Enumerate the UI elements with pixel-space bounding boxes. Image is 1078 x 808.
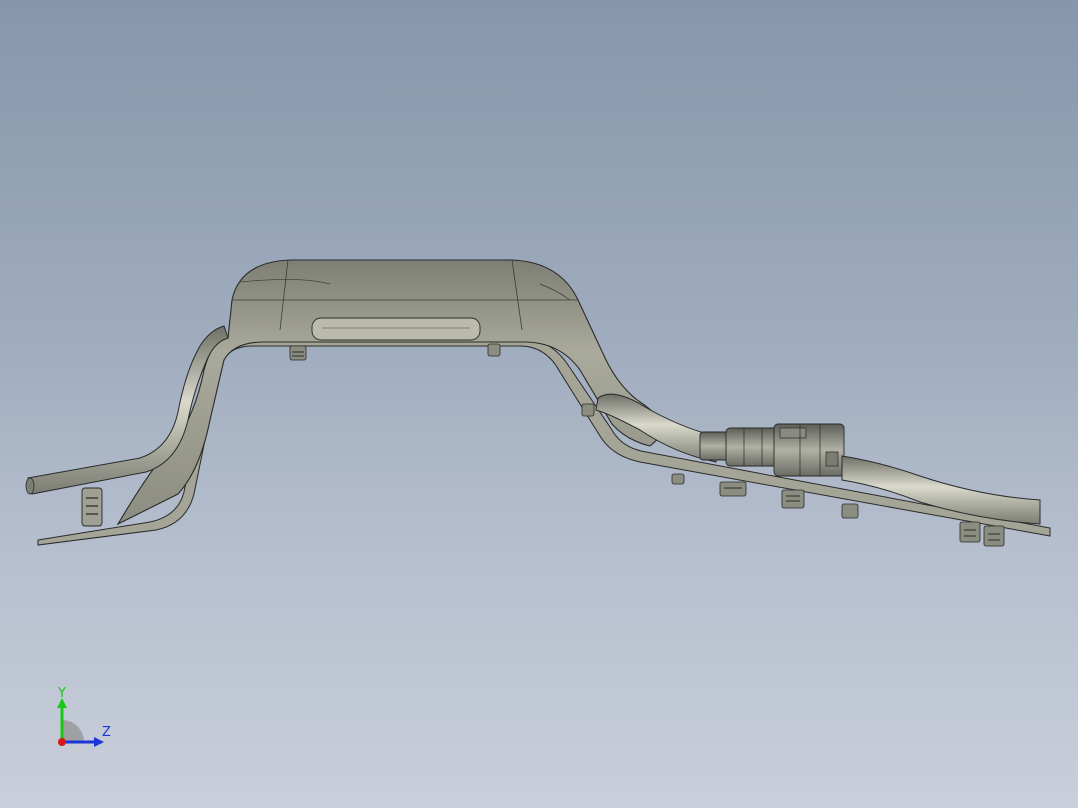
x-axis-dot-icon	[58, 738, 66, 746]
wire-harness-model[interactable]	[0, 0, 1078, 808]
triad-shading	[62, 720, 84, 742]
cable-tube-right	[595, 393, 717, 463]
mount-clip-9	[983, 525, 1005, 547]
duct-slot	[311, 317, 481, 341]
mount-clip-3	[581, 403, 595, 417]
mount-clip-1	[289, 345, 307, 361]
mount-clip-8	[959, 521, 981, 543]
clip-left	[81, 487, 103, 527]
mount-clip-2	[487, 343, 501, 357]
mount-clip-4	[671, 473, 685, 485]
cad-3d-viewport[interactable]: Y Z	[0, 0, 1078, 808]
tube-end-left	[25, 477, 35, 495]
mount-clip-5	[719, 481, 747, 497]
mount-clip-7	[841, 503, 859, 519]
y-axis-label: Y	[57, 686, 66, 701]
view-orientation-triad: Y Z	[57, 686, 111, 747]
mount-clip-6	[781, 489, 805, 509]
z-axis-label: Z	[102, 725, 111, 740]
